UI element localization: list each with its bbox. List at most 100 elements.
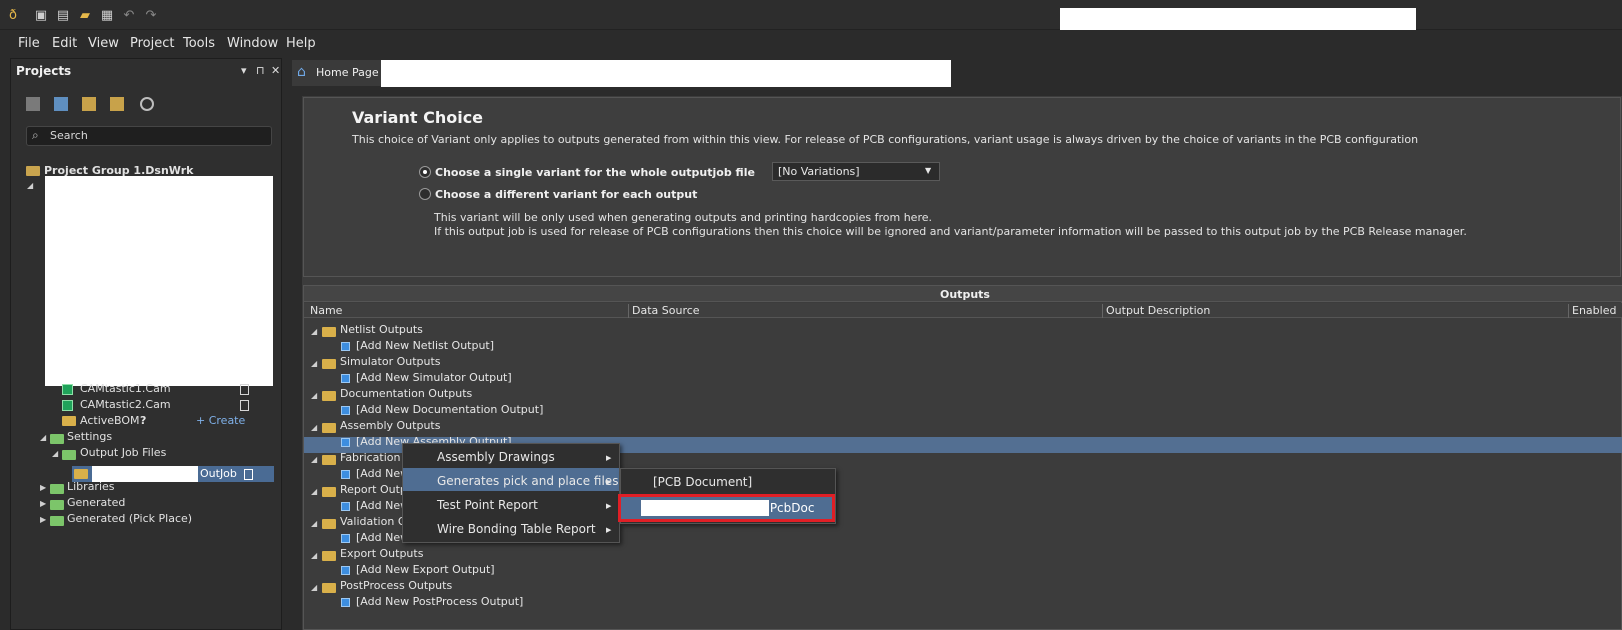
folder-icon (50, 484, 64, 494)
tree-item-output-job-files[interactable]: Output Job Files (80, 446, 166, 459)
add-netlist-output[interactable]: [Add New Netlist Output] (356, 339, 494, 352)
collapse-arrow-icon[interactable]: ▶ (40, 515, 46, 524)
menu-tools[interactable]: Tools (183, 36, 215, 51)
collapse-arrow-icon[interactable]: ▶ (40, 483, 46, 492)
group-validation-outputs[interactable]: Validation O (340, 515, 406, 528)
tree-item-settings[interactable]: Settings (67, 430, 112, 443)
column-header-row (304, 303, 1622, 318)
open-project-icon[interactable]: ▦ (100, 9, 114, 23)
add-postprocess-output[interactable]: [Add New PostProcess Output] (356, 595, 523, 608)
redacted-tree-area (45, 176, 273, 386)
panel-pin-button[interactable]: ⊓ (256, 64, 265, 77)
expand-arrow-icon[interactable]: ◢ (311, 583, 317, 592)
redacted-title-area (1060, 8, 1416, 30)
open-icon[interactable]: ▰ (78, 9, 92, 23)
menu-item-pick-and-place[interactable]: Generates pick and place files (437, 474, 618, 488)
tree-item-camtastic1[interactable]: CAMtastic1.Cam (80, 382, 171, 395)
expand-arrow-icon[interactable]: ◢ (311, 391, 317, 400)
open-folder-icon[interactable] (82, 97, 96, 111)
column-separator (628, 304, 629, 318)
menu-window[interactable]: Window (227, 36, 278, 51)
submenu-arrow-icon: ▶ (606, 526, 612, 534)
column-header-data-source[interactable]: Data Source (632, 304, 700, 317)
expand-arrow-icon[interactable]: ◢ (311, 359, 317, 368)
folder-icon (322, 359, 336, 369)
tree-item-generated-pick-place[interactable]: Generated (Pick Place) (67, 512, 192, 525)
tree-item-generated[interactable]: Generated (67, 496, 125, 509)
radio-different-variant[interactable] (419, 188, 431, 200)
folder-icon (62, 450, 76, 460)
submenu-item-pcb-document[interactable]: [PCB Document] (653, 475, 752, 489)
variant-description: This choice of Variant only applies to o… (352, 133, 1419, 146)
expand-arrow-icon[interactable]: ◢ (27, 181, 33, 190)
document-icon (240, 384, 249, 395)
compile-icon[interactable] (54, 97, 68, 111)
add-output-icon (341, 438, 350, 447)
add-documentation-output[interactable]: [Add New Documentation Output] (356, 403, 543, 416)
expand-arrow-icon[interactable]: ◢ (40, 433, 46, 442)
expand-arrow-icon[interactable]: ◢ (311, 551, 317, 560)
panel-menu-button[interactable]: ▾ (241, 64, 247, 77)
save-project-icon[interactable] (26, 97, 40, 111)
document-icon (240, 400, 249, 411)
group-assembly-outputs[interactable]: Assembly Outputs (340, 419, 440, 432)
group-documentation-outputs[interactable]: Documentation Outputs (340, 387, 472, 400)
menu-view[interactable]: View (88, 36, 119, 51)
expand-arrow-icon[interactable]: ◢ (311, 327, 317, 336)
menu-file[interactable]: File (18, 36, 40, 51)
folder-icon (322, 487, 336, 497)
redo-icon[interactable]: ↷ (144, 9, 158, 23)
menu-edit[interactable]: Edit (52, 36, 77, 51)
outputs-title: Outputs (940, 288, 990, 301)
group-report-outputs[interactable]: Report Outp (340, 483, 407, 496)
folder-icon (50, 434, 64, 444)
column-header-output-description[interactable]: Output Description (1106, 304, 1210, 317)
menu-item-wire-bonding-report[interactable]: Wire Bonding Table Report (437, 522, 596, 536)
expand-arrow-icon[interactable]: ◢ (52, 449, 58, 458)
folder-icon (322, 583, 336, 593)
add-simulator-output[interactable]: [Add New Simulator Output] (356, 371, 512, 384)
expand-arrow-icon[interactable]: ◢ (311, 519, 317, 528)
folder-icon (50, 500, 64, 510)
add-export-output[interactable]: [Add New Export Output] (356, 563, 495, 576)
menu-item-assembly-drawings[interactable]: Assembly Drawings (437, 450, 555, 464)
gear-icon[interactable] (140, 97, 154, 111)
group-postprocess-outputs[interactable]: PostProcess Outputs (340, 579, 452, 592)
bom-icon (62, 416, 76, 426)
group-fabrication-outputs[interactable]: Fabrication (340, 451, 400, 464)
folder-icon (322, 551, 336, 561)
column-separator (1102, 304, 1103, 318)
tree-item-activebom[interactable]: ActiveBOM (80, 414, 140, 427)
undo-icon[interactable]: ↶ (122, 9, 136, 23)
folder-icon (322, 391, 336, 401)
menu-help[interactable]: Help (286, 36, 316, 51)
column-header-enabled[interactable]: Enabled (1572, 304, 1616, 317)
help-icon[interactable]: ? (140, 414, 146, 427)
variant-note-line2: If this output job is used for release o… (434, 225, 1467, 238)
column-header-name[interactable]: Name (310, 304, 342, 317)
collapse-arrow-icon[interactable]: ▶ (40, 499, 46, 508)
variant-choice-panel (303, 97, 1621, 277)
panel-close-button[interactable]: ✕ (271, 64, 280, 77)
expand-arrow-icon[interactable]: ◢ (311, 423, 317, 432)
group-netlist-outputs[interactable]: Netlist Outputs (340, 323, 423, 336)
group-export-outputs[interactable]: Export Outputs (340, 547, 423, 560)
tree-item-libraries[interactable]: Libraries (67, 480, 115, 493)
outjob-icon (74, 469, 88, 479)
save-icon[interactable]: ▣ (34, 9, 48, 23)
group-simulator-outputs[interactable]: Simulator Outputs (340, 355, 441, 368)
submenu-arrow-icon: ▶ (606, 502, 612, 510)
submenu-arrow-icon: ▶ (606, 478, 612, 486)
variant-title: Variant Choice (352, 108, 484, 127)
radio-single-variant[interactable] (419, 166, 431, 178)
radio-different-variant-label: Choose a different variant for each outp… (435, 188, 698, 201)
save-all-icon[interactable]: ▤ (56, 9, 70, 23)
menu-item-test-point-report[interactable]: Test Point Report (437, 498, 538, 512)
expand-arrow-icon[interactable]: ◢ (311, 455, 317, 464)
variant-note-line1: This variant will be only used when gene… (434, 211, 932, 224)
project-options-icon[interactable] (110, 97, 124, 111)
create-link[interactable]: + Create (196, 414, 245, 427)
menu-project[interactable]: Project (130, 36, 174, 51)
expand-arrow-icon[interactable]: ◢ (311, 487, 317, 496)
tree-item-camtastic2[interactable]: CAMtastic2.Cam (80, 398, 171, 411)
